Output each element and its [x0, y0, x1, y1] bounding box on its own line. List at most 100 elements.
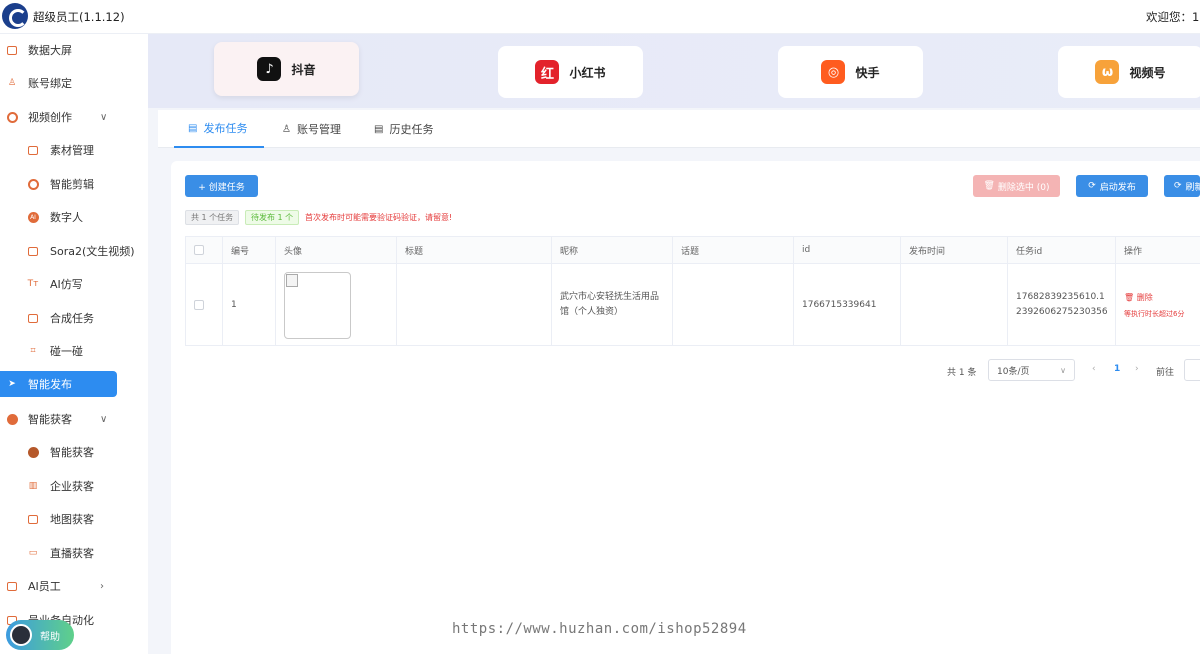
page-number-current[interactable]: 1 — [1114, 364, 1120, 374]
tab-publish-tasks[interactable]: ▤ 发布任务 — [174, 110, 264, 148]
task-table: 编号 头像 标题 昵称 话题 id 发布时间 任务id 操作 1 武穴市心安轻抚… — [185, 236, 1200, 346]
col-number: 编号 — [223, 237, 276, 263]
platform-xiaohongshu[interactable]: 红 小红书 — [498, 46, 643, 98]
start-publish-button[interactable]: ⟳ 启动发布 — [1076, 175, 1148, 197]
tab-label: 历史任务 — [389, 123, 434, 136]
sidebar-item-ai-staff[interactable]: AI员工 › — [0, 573, 148, 599]
folder-icon — [27, 144, 39, 156]
app-title: 超级员工(1.1.12) — [33, 10, 125, 24]
sidebar-item-smart-acquire[interactable]: 智能获客 ∨ — [0, 406, 148, 432]
button-label: 删除选中 (0) — [997, 182, 1050, 193]
tab-label: 发布任务 — [203, 122, 248, 135]
sidebar-item-smart-publish[interactable]: ➤ 智能发布 — [0, 371, 117, 397]
sidebar-item-ai-rewrite[interactable]: Tт AI仿写 — [0, 271, 148, 297]
goto-label: 前往 — [1156, 368, 1175, 378]
cell-topic — [673, 264, 794, 346]
refresh-icon: ⟳ — [1174, 181, 1182, 191]
sidebar-item-live-acquire[interactable]: ▭ 直播获客 — [0, 540, 148, 566]
col-topic: 话题 — [673, 237, 794, 263]
kuaishou-icon: ◎ — [821, 60, 846, 84]
user-icon: ♙ — [7, 78, 17, 88]
sidebar-item-touch[interactable]: ⌗ 碰一碰 — [0, 338, 148, 364]
col-task-id: 任务id — [1008, 237, 1116, 263]
ai-avatar-icon: AI — [27, 211, 39, 223]
sidebar-item-account-binding[interactable]: ♙ 账号绑定 — [0, 70, 148, 96]
sidebar: 数据大屏 ♙ 账号绑定 视频创作 ∨ 素材管理 智能剪辑 AI 数字人 Sora… — [0, 34, 148, 654]
page-size-select[interactable]: 10条/页 ∨ — [988, 359, 1075, 381]
col-id: id — [794, 237, 901, 263]
col-title: 标题 — [397, 237, 552, 263]
customer-sub-icon — [27, 446, 39, 458]
sidebar-item-label: 企业获客 — [50, 480, 94, 493]
sidebar-item-sora2[interactable]: Sora2(文生视频) — [0, 238, 148, 264]
captcha-warning: 首次发布时可能需要验证码验证，请留意! — [305, 213, 453, 222]
chevron-down-icon[interactable]: ∨ — [100, 112, 107, 123]
help-button[interactable]: 帮助 — [6, 620, 74, 650]
scan-icon: ⌗ — [30, 346, 36, 356]
sora-icon — [27, 245, 39, 257]
sidebar-item-label: 合成任务 — [50, 312, 94, 325]
tab-bar: ▤ 发布任务 ♙ 账号管理 ▤ 历史任务 — [158, 110, 1200, 148]
sidebar-item-material[interactable]: 素材管理 — [0, 137, 148, 163]
platform-kuaishou[interactable]: ◎ 快手 — [778, 46, 923, 98]
create-task-button[interactable]: + 创建任务 — [185, 175, 258, 197]
sidebar-item-digital-human[interactable]: AI 数字人 — [0, 204, 148, 230]
row-checkbox-cell — [186, 264, 223, 346]
timeout-note: 等执行时长超过6分 — [1124, 309, 1185, 318]
xiaohongshu-icon: 红 — [535, 60, 560, 84]
chevron-down-icon[interactable]: ∨ — [100, 414, 107, 425]
col-avatar: 头像 — [276, 237, 397, 263]
select-all-checkbox[interactable] — [194, 245, 204, 255]
sidebar-item-label: 账号绑定 — [28, 77, 72, 90]
delete-row-button[interactable]: 🗑 删除 — [1124, 292, 1153, 303]
channels-icon: ω — [1095, 60, 1120, 84]
sidebar-item-label: 数字人 — [50, 211, 83, 224]
sidebar-item-smart-edit[interactable]: 智能剪辑 — [0, 171, 148, 197]
history-icon: ▤ — [374, 123, 384, 135]
pagination-total: 共 1 条 — [947, 368, 977, 378]
platform-douyin[interactable]: ♪ 抖音 — [214, 42, 359, 96]
platform-bar: ♪ 抖音 红 小红书 ◎ 快手 ω 视频号 — [148, 34, 1200, 108]
goto-page-input[interactable] — [1184, 359, 1200, 381]
user-outline-icon: ♙ — [282, 123, 291, 135]
live-icon: ▭ — [28, 548, 38, 558]
sidebar-item-label: AI仿写 — [50, 278, 83, 291]
platform-channels[interactable]: ω 视频号 — [1058, 46, 1200, 98]
top-bar: 超级员工(1.1.12) 欢迎您：15 — [0, 0, 1200, 34]
text-icon: Tт — [27, 279, 39, 289]
prev-page-button[interactable]: ‹ — [1092, 364, 1096, 374]
sidebar-item-label: 智能发布 — [28, 378, 72, 391]
sidebar-item-label: 碰一碰 — [50, 345, 83, 358]
douyin-icon: ♪ — [257, 57, 282, 81]
building-icon: ▥ — [28, 481, 38, 491]
platform-label: 小红书 — [569, 65, 606, 80]
sidebar-item-label: 直播获客 — [50, 547, 94, 560]
avatar-cell — [276, 264, 397, 346]
refresh-icon: ⟳ — [1088, 181, 1096, 191]
welcome-text[interactable]: 欢迎您：15 — [1146, 9, 1200, 25]
col-nickname: 昵称 — [552, 237, 673, 263]
delete-selected-button[interactable]: 🗑 删除选中 (0) — [973, 175, 1060, 197]
next-page-button[interactable]: › — [1135, 364, 1139, 374]
sidebar-item-map-acquire[interactable]: 地图获客 — [0, 506, 148, 532]
sidebar-item-enterprise-acquire[interactable]: ▥ 企业获客 — [0, 473, 148, 499]
button-label: 刷新 — [1185, 182, 1200, 193]
button-label: 启动发布 — [1099, 182, 1136, 193]
sidebar-item-label: 视频创作 — [28, 111, 72, 124]
sidebar-item-label: Sora2(文生视频) — [50, 245, 135, 258]
sidebar-item-compose-task[interactable]: 合成任务 — [0, 305, 148, 331]
col-publish-time: 发布时间 — [901, 237, 1008, 263]
robot-icon — [6, 580, 18, 592]
sidebar-item-data-screen[interactable]: 数据大屏 — [0, 37, 148, 63]
refresh-button[interactable]: ⟳ 刷新 — [1164, 175, 1200, 197]
trash-icon: 🗑 — [983, 181, 995, 191]
customer-icon — [6, 413, 18, 425]
sidebar-item-smart-acquire-sub[interactable]: 智能获客 — [0, 439, 148, 465]
tab-account-management[interactable]: ♙ 账号管理 — [282, 110, 341, 148]
chevron-right-icon[interactable]: › — [100, 581, 104, 592]
actions-cell: 🗑 删除 等执行时长超过6分 — [1116, 264, 1200, 346]
row-checkbox[interactable] — [194, 300, 204, 310]
app-logo — [2, 3, 28, 29]
sidebar-item-video-creation[interactable]: 视频创作 ∨ — [0, 104, 148, 130]
tab-history-tasks[interactable]: ▤ 历史任务 — [374, 110, 433, 148]
